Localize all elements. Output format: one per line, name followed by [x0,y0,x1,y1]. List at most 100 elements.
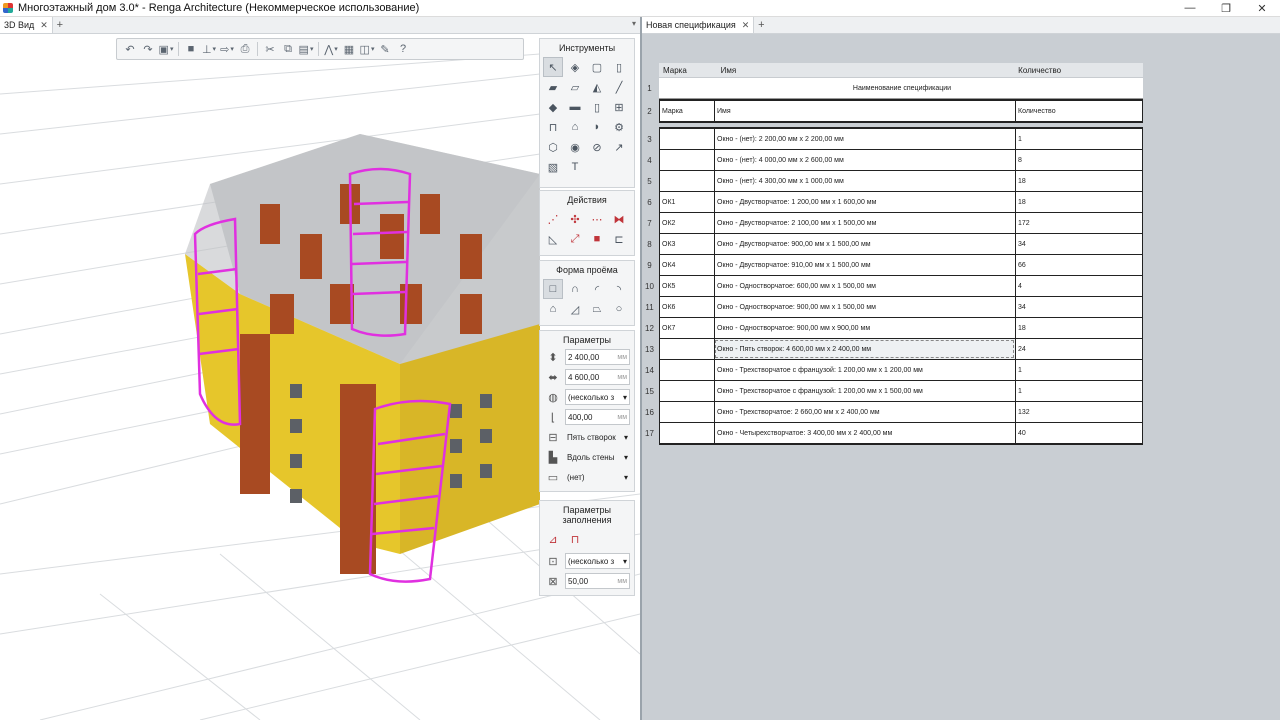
table-row[interactable]: 7 ОК2 Окно - Двустворчатое: 2 100,00 мм x … [647,213,1143,234]
visibility-icon[interactable]: ⋀ [322,41,340,57]
fill-material-select[interactable]: (несколько з ▾ [565,553,630,569]
redo-icon[interactable]: ↷ [139,41,157,57]
help-icon[interactable]: ? [394,41,412,57]
array-icon[interactable]: ⋯ [587,209,607,229]
cell-mark[interactable]: ОК2 [659,213,714,233]
column-tool-icon[interactable]: ▯ [609,57,629,77]
export-icon[interactable]: ⇨ [218,41,236,57]
minimize-icon[interactable]: — [1172,0,1208,16]
table-row[interactable]: 16 Окно - Трехстворчатое: 2 660,00 мм x 2… [645,402,1143,423]
view-style-icon[interactable]: ◫ [358,41,376,57]
line-tool-icon[interactable]: ╱ [609,77,629,97]
cell-mark[interactable] [659,171,714,191]
room-tool-icon[interactable]: ▢ [587,57,607,77]
wall-tool-icon[interactable]: ▰ [543,77,563,97]
cell-qty[interactable]: 24 [1015,339,1143,359]
paste-icon[interactable]: ▤ [297,41,315,57]
cell-mark[interactable] [659,339,714,359]
cell-mark[interactable] [659,381,714,401]
table-row[interactable]: 14 Окно - Трехстворчатое с французой: 1 2… [645,360,1143,381]
opening-tool-icon[interactable]: ⬡ [543,137,563,157]
railing-tool-icon[interactable]: ⊓ [543,117,563,137]
table-row[interactable]: 17 Окно - Четырехстворчатое: 3 400,00 мм … [645,423,1143,444]
rotate-icon[interactable]: ✣ [565,209,585,229]
cell-qty[interactable]: 34 [1015,297,1143,317]
tab-menu-icon[interactable]: ▾ [632,19,636,28]
join-icon[interactable]: ⊏ [609,229,629,249]
cell-qty[interactable]: 1 [1015,381,1143,401]
trim-icon[interactable]: ◺ [543,229,563,249]
spec-title-row[interactable]: 1 Наименование спецификации [647,78,1143,99]
col-header-qty[interactable]: Количество [1014,66,1143,75]
cell-qty[interactable]: 1 [1015,129,1143,149]
stair-tool-icon[interactable]: ⌂ [565,117,585,137]
slab-tool-icon[interactable]: ▬ [565,97,585,117]
table-row[interactable]: 9 ОК4 Окно - Двустворчатое: 910,00 мм x 1 … [647,255,1143,276]
cell-mark[interactable]: ОК5 [659,276,714,296]
close-tab-icon[interactable]: ✕ [40,20,48,31]
col-header-mark[interactable]: Марка [659,66,717,75]
style-select[interactable]: (нет) ▾ [565,470,630,484]
table-row[interactable]: 15 Окно - Трехстворчатое с французой: 1 2… [645,381,1143,402]
cell-qty[interactable]: 18 [1015,192,1143,212]
move-icon[interactable]: ⋰ [543,209,563,229]
cell-qty[interactable]: 66 [1015,255,1143,275]
cell-name[interactable]: Окно - Одностворчатое: 600,00 мм x 1 500… [714,276,1015,296]
cell-mark[interactable]: ОК3 [659,234,714,254]
hatch-tool-icon[interactable]: ▧ [543,157,563,177]
model-icon[interactable]: ▣ [157,41,175,57]
cell-name[interactable]: Окно - Трехстворчатое с французой: 1 200… [714,381,1015,401]
fill-value-input[interactable]: 50,00 мм [565,573,630,589]
cell-name[interactable]: Окно - Двустворчатое: 1 200,00 мм x 1 60… [714,192,1015,212]
width-input[interactable]: 4 600,00 мм [565,369,630,385]
table-row[interactable]: 5 Окно - (нет): 4 300,00 мм x 1 000,00 мм… [647,171,1143,192]
extend-icon[interactable]: ⤢ [565,229,585,249]
shape-rect-icon[interactable]: □ [543,279,563,299]
cell-qty[interactable]: 1 [1015,360,1143,380]
cell-name[interactable]: Окно - Пять створок: 4 600,00 мм x 2 400… [714,339,1015,359]
cell-qty[interactable]: 18 [1015,318,1143,338]
stamp-icon[interactable]: ⊥ [200,41,218,57]
cell-mark[interactable] [659,423,714,443]
copy-icon[interactable]: ⧉ [279,41,297,57]
layers-icon[interactable]: ▦ [340,41,358,57]
print-icon[interactable]: ⎙ [236,41,254,57]
beam-tool-icon[interactable]: ▱ [565,77,585,97]
restore-icon[interactable]: ❐ [1208,0,1244,16]
shape-circle-icon[interactable]: ○ [609,299,629,319]
element-tool-icon[interactable]: ⚙ [609,117,629,137]
tab-new-spec[interactable]: Новая спецификация ✕ [642,17,755,33]
cell-name[interactable]: Окно - (нет): 4 300,00 мм x 1 000,00 мм [714,171,1015,191]
table-row[interactable]: 11 ОК6 Окно - Одностворчатое: 900,00 мм x … [645,297,1143,318]
cut-icon[interactable]: ✂ [261,41,279,57]
cell-name[interactable]: Окно - (нет): 2 200,00 мм x 2 200,00 мм [714,129,1015,149]
table-row[interactable]: 10 ОК5 Окно - Одностворчатое: 600,00 мм x … [645,276,1143,297]
cell-name[interactable]: Окно - Двустворчатое: 910,00 мм x 1 500,… [714,255,1015,275]
cell-name[interactable]: Окно - Трехстворчатое с французой: 1 200… [714,360,1015,380]
col-header-name[interactable]: Имя [717,66,1015,75]
cell-mark[interactable] [659,360,714,380]
lintel-icon[interactable]: ⊓ [565,529,585,549]
table-row[interactable]: 3 Окно - (нет): 2 200,00 мм x 2 200,00 мм… [647,129,1143,150]
cell-mark[interactable]: ОК6 [659,297,714,317]
spec-header-row[interactable]: 2 Марка Имя Количество [647,99,1143,123]
cell-qty[interactable]: 172 [1015,213,1143,233]
cell-name[interactable]: Окно - Двустворчатое: 2 100,00 мм x 1 50… [714,213,1015,233]
table-row[interactable]: 8 ОК3 Окно - Двустворчатое: 900,00 мм x 1 … [647,234,1143,255]
cell-name[interactable]: Окно - Одностворчатое: 900,00 мм x 900,0… [714,318,1015,338]
cell-mark[interactable] [659,129,714,149]
shape-half-arch-icon[interactable]: ◜ [587,279,607,299]
open-icon[interactable]: ■ [182,41,200,57]
shape-trapezoid-icon[interactable]: ⏢ [587,299,607,319]
cell-qty[interactable]: 18 [1015,171,1143,191]
hole-tool-icon[interactable]: ◉ [565,137,585,157]
delete-icon[interactable]: ■ [587,229,607,249]
roof-tool-icon[interactable]: ◭ [587,77,607,97]
cell-qty[interactable]: 4 [1015,276,1143,296]
dimension-tool-icon[interactable]: ⊘ [587,137,607,157]
table-row[interactable]: 6 ОК1 Окно - Двустворчатое: 1 200,00 мм x … [647,192,1143,213]
close-tab-icon[interactable]: ✕ [742,20,750,31]
assembly-tool-icon[interactable]: ◈ [565,57,585,77]
cell-mark[interactable]: ОК7 [659,318,714,338]
sashes-select[interactable]: Пять створок ▾ [565,430,630,444]
